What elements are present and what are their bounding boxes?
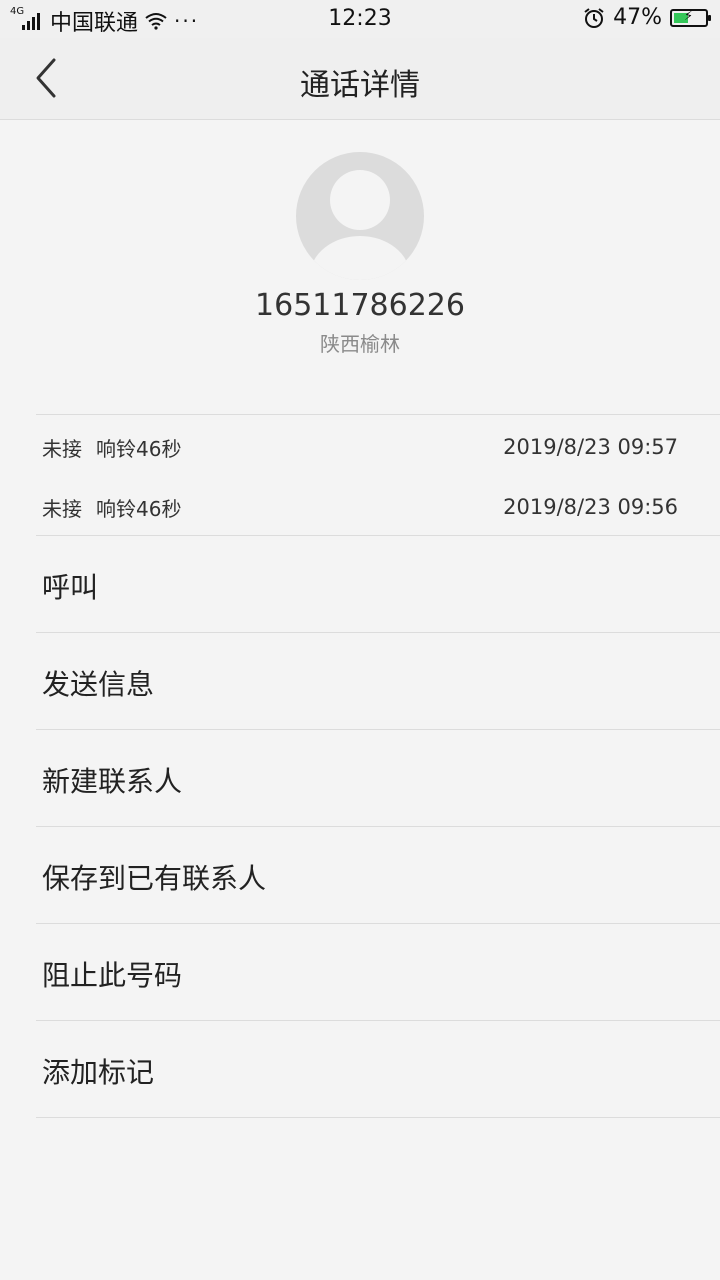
status-bar: 4G 中国联通 ··· 12:23 47% ⚡ — [0, 0, 720, 38]
call-status: 未接 — [42, 497, 82, 521]
call-ring-duration: 响铃46秒 — [96, 497, 182, 521]
battery-icon: ⚡ — [670, 8, 711, 27]
phone-number: 16511786226 — [255, 288, 465, 323]
page-title: 通话详情 — [300, 68, 420, 103]
call-action[interactable]: 呼叫 — [0, 536, 720, 633]
call-time: 2019/8/23 09:56 — [503, 495, 678, 519]
block-number-action[interactable]: 阻止此号码 — [0, 924, 720, 1021]
action-list: 呼叫 发送信息 新建联系人 保存到已有联系人 阻止此号码 添加标记 — [0, 536, 720, 1118]
block-number-label: 阻止此号码 — [42, 959, 183, 992]
battery-percent: 47% — [613, 5, 662, 30]
save-to-existing-contact-action[interactable]: 保存到已有联系人 — [0, 827, 720, 924]
call-time: 2019/8/23 09:57 — [503, 435, 678, 459]
call-log-row: 未接 响铃46秒 2019/8/23 09:57 — [0, 415, 720, 461]
call-log-row: 未接 响铃46秒 2019/8/23 09:56 — [0, 475, 720, 521]
new-contact-action[interactable]: 新建联系人 — [0, 730, 720, 827]
alarm-icon — [584, 7, 604, 28]
nav-bar: 通话详情 — [0, 38, 720, 120]
call-ring-duration: 响铃46秒 — [96, 437, 182, 461]
phone-location: 陕西榆林 — [320, 332, 400, 356]
call-action-label: 呼叫 — [42, 571, 99, 604]
call-status: 未接 — [42, 437, 82, 461]
send-message-label: 发送信息 — [42, 668, 155, 701]
add-tag-action[interactable]: 添加标记 — [0, 1021, 720, 1118]
add-tag-label: 添加标记 — [42, 1056, 155, 1089]
contact-profile: 16511786226 陕西榆林 — [0, 120, 720, 414]
new-contact-label: 新建联系人 — [42, 765, 183, 798]
save-to-existing-contact-label: 保存到已有联系人 — [42, 862, 267, 895]
send-message-action[interactable]: 发送信息 — [0, 633, 720, 730]
avatar — [296, 152, 424, 280]
